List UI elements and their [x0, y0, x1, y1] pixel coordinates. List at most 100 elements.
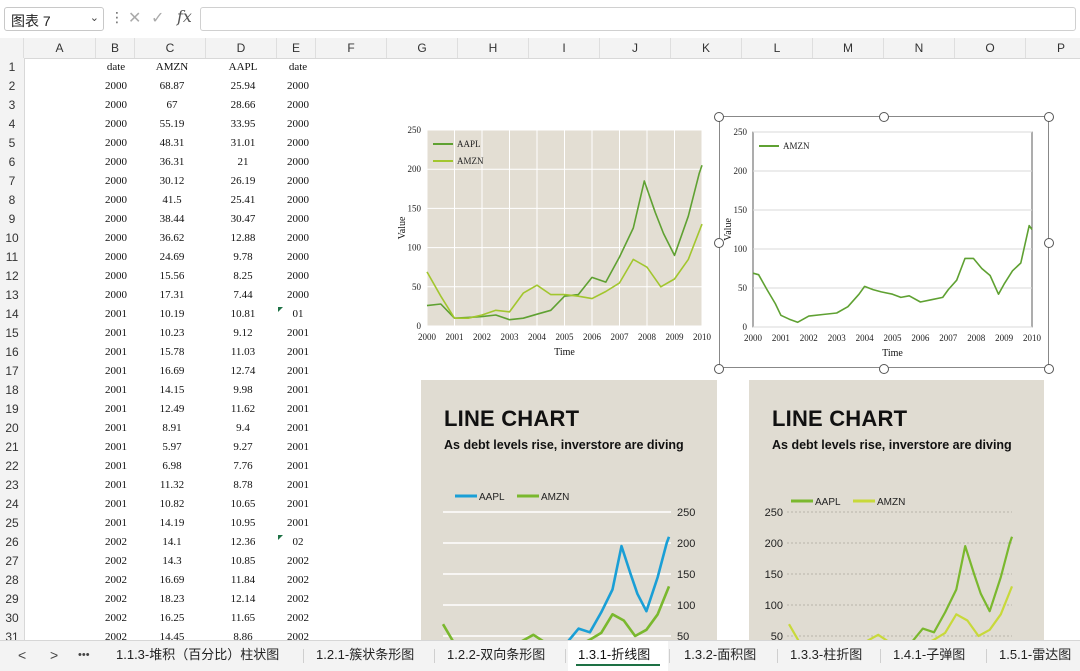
- cell[interactable]: 16.69: [137, 362, 207, 381]
- cell[interactable]: 2000: [278, 77, 318, 96]
- cell[interactable]: 2001: [278, 324, 318, 343]
- cell[interactable]: 10.85: [208, 552, 278, 571]
- cell[interactable]: AMZN: [137, 58, 207, 77]
- cancel-icon[interactable]: ✕: [128, 8, 141, 28]
- row-header-24[interactable]: 24: [0, 495, 24, 514]
- tab-prev-button[interactable]: <: [18, 647, 26, 663]
- cell[interactable]: 36.62: [137, 229, 207, 248]
- sheet-tab[interactable]: 1.2.2-双向条形图: [437, 641, 564, 671]
- sheet-tab[interactable]: 1.3.2-面积图: [674, 641, 776, 671]
- column-header-o[interactable]: O: [955, 38, 1026, 58]
- cell[interactable]: 33.95: [208, 115, 278, 134]
- resize-handle[interactable]: [1044, 364, 1054, 374]
- cell[interactable]: 9.98: [208, 381, 278, 400]
- cell[interactable]: 2000: [278, 267, 318, 286]
- cell[interactable]: 36.31: [137, 153, 207, 172]
- cell[interactable]: 10.81: [208, 305, 278, 324]
- row-header-19[interactable]: 19: [0, 400, 24, 419]
- cell[interactable]: 2000: [278, 96, 318, 115]
- cell[interactable]: 15.56: [137, 267, 207, 286]
- row-header-25[interactable]: 25: [0, 514, 24, 533]
- cell[interactable]: 5.97: [137, 438, 207, 457]
- column-header-g[interactable]: G: [387, 38, 458, 58]
- series-line-amzn[interactable]: [788, 585, 1014, 640]
- cell[interactable]: 2001: [96, 400, 136, 419]
- sheet-tab[interactable]: 1.1.3-堆积（百分比）柱状图: [106, 641, 302, 671]
- cell[interactable]: 2000: [278, 286, 318, 305]
- cell[interactable]: date: [278, 58, 318, 77]
- resize-handle[interactable]: [879, 112, 889, 122]
- row-header-2[interactable]: 2: [0, 77, 24, 96]
- tab-next-button[interactable]: >: [50, 647, 58, 663]
- cell[interactable]: 2000: [278, 134, 318, 153]
- cell[interactable]: 8.91: [137, 419, 207, 438]
- cell[interactable]: 14.45: [137, 628, 207, 640]
- cell[interactable]: 2001: [96, 381, 136, 400]
- cell[interactable]: 31.01: [208, 134, 278, 153]
- cell[interactable]: 2000: [96, 134, 136, 153]
- column-header-c[interactable]: C: [135, 38, 206, 58]
- column-header-d[interactable]: D: [206, 38, 277, 58]
- cell[interactable]: 11.32: [137, 476, 207, 495]
- sheet-tab[interactable]: 1.5.1-雷达图: [989, 641, 1080, 671]
- cell[interactable]: 2000: [96, 191, 136, 210]
- check-icon[interactable]: ✓: [151, 8, 164, 28]
- resize-handle[interactable]: [1044, 112, 1054, 122]
- column-header-k[interactable]: K: [671, 38, 742, 58]
- cell[interactable]: 24.69: [137, 248, 207, 267]
- cell[interactable]: 2000: [278, 153, 318, 172]
- cell[interactable]: 41.5: [137, 191, 207, 210]
- cell[interactable]: 8.78: [208, 476, 278, 495]
- column-header-l[interactable]: L: [742, 38, 813, 58]
- cell[interactable]: 8.86: [208, 628, 278, 640]
- cell[interactable]: 2000: [96, 172, 136, 191]
- cell[interactable]: 2002: [96, 590, 136, 609]
- cell[interactable]: 2001: [278, 514, 318, 533]
- cell[interactable]: 11.65: [208, 609, 278, 628]
- cell[interactable]: 2000: [96, 153, 136, 172]
- cell[interactable]: 2002: [96, 533, 136, 552]
- row-header-8[interactable]: 8: [0, 191, 24, 210]
- column-header-i[interactable]: I: [529, 38, 600, 58]
- line-chart-panel-green[interactable]: LINE CHART As debt levels rise, inversto…: [749, 380, 1044, 640]
- cell[interactable]: 2002: [278, 590, 318, 609]
- row-header-5[interactable]: 5: [0, 134, 24, 153]
- cell[interactable]: 2002: [278, 628, 318, 640]
- cell[interactable]: AAPL: [208, 58, 278, 77]
- cell[interactable]: 2000: [96, 77, 136, 96]
- cell[interactable]: 9.12: [208, 324, 278, 343]
- row-header-29[interactable]: 29: [0, 590, 24, 609]
- cell[interactable]: 12.74: [208, 362, 278, 381]
- cell[interactable]: 17.31: [137, 286, 207, 305]
- cell[interactable]: 14.3: [137, 552, 207, 571]
- chevron-down-icon[interactable]: ⌄: [90, 11, 99, 24]
- cell[interactable]: 48.31: [137, 134, 207, 153]
- cell[interactable]: 2000: [96, 210, 136, 229]
- cell[interactable]: 2001: [278, 400, 318, 419]
- cell[interactable]: 14.15: [137, 381, 207, 400]
- row-header-7[interactable]: 7: [0, 172, 24, 191]
- row-header-11[interactable]: 11: [0, 248, 24, 267]
- column-header-m[interactable]: M: [813, 38, 884, 58]
- cell[interactable]: 2000: [96, 248, 136, 267]
- cell[interactable]: 2000: [278, 115, 318, 134]
- row-header-27[interactable]: 27: [0, 552, 24, 571]
- cell[interactable]: 2001: [278, 438, 318, 457]
- cell[interactable]: 2001: [278, 476, 318, 495]
- column-header-a[interactable]: A: [24, 38, 96, 58]
- chart-aapl-amzn[interactable]: 0 50 100 150 200 250 2000 2001 2002 2003 2004 2005 2…: [392, 118, 714, 366]
- cell[interactable]: 2001: [96, 419, 136, 438]
- cell[interactable]: 14.19: [137, 514, 207, 533]
- sheet-tab[interactable]: 1.3.3-柱折图: [780, 641, 879, 671]
- cell[interactable]: 9.4: [208, 419, 278, 438]
- cell[interactable]: 2002: [96, 552, 136, 571]
- formula-input[interactable]: [200, 7, 1076, 31]
- row-header-18[interactable]: 18: [0, 381, 24, 400]
- resize-handle[interactable]: [714, 238, 724, 248]
- resize-handle[interactable]: [1044, 238, 1054, 248]
- row-header-23[interactable]: 23: [0, 476, 24, 495]
- cell[interactable]: 2001: [96, 305, 136, 324]
- column-header-e[interactable]: E: [277, 38, 316, 58]
- cell[interactable]: 2000: [278, 172, 318, 191]
- cell[interactable]: 2000: [278, 191, 318, 210]
